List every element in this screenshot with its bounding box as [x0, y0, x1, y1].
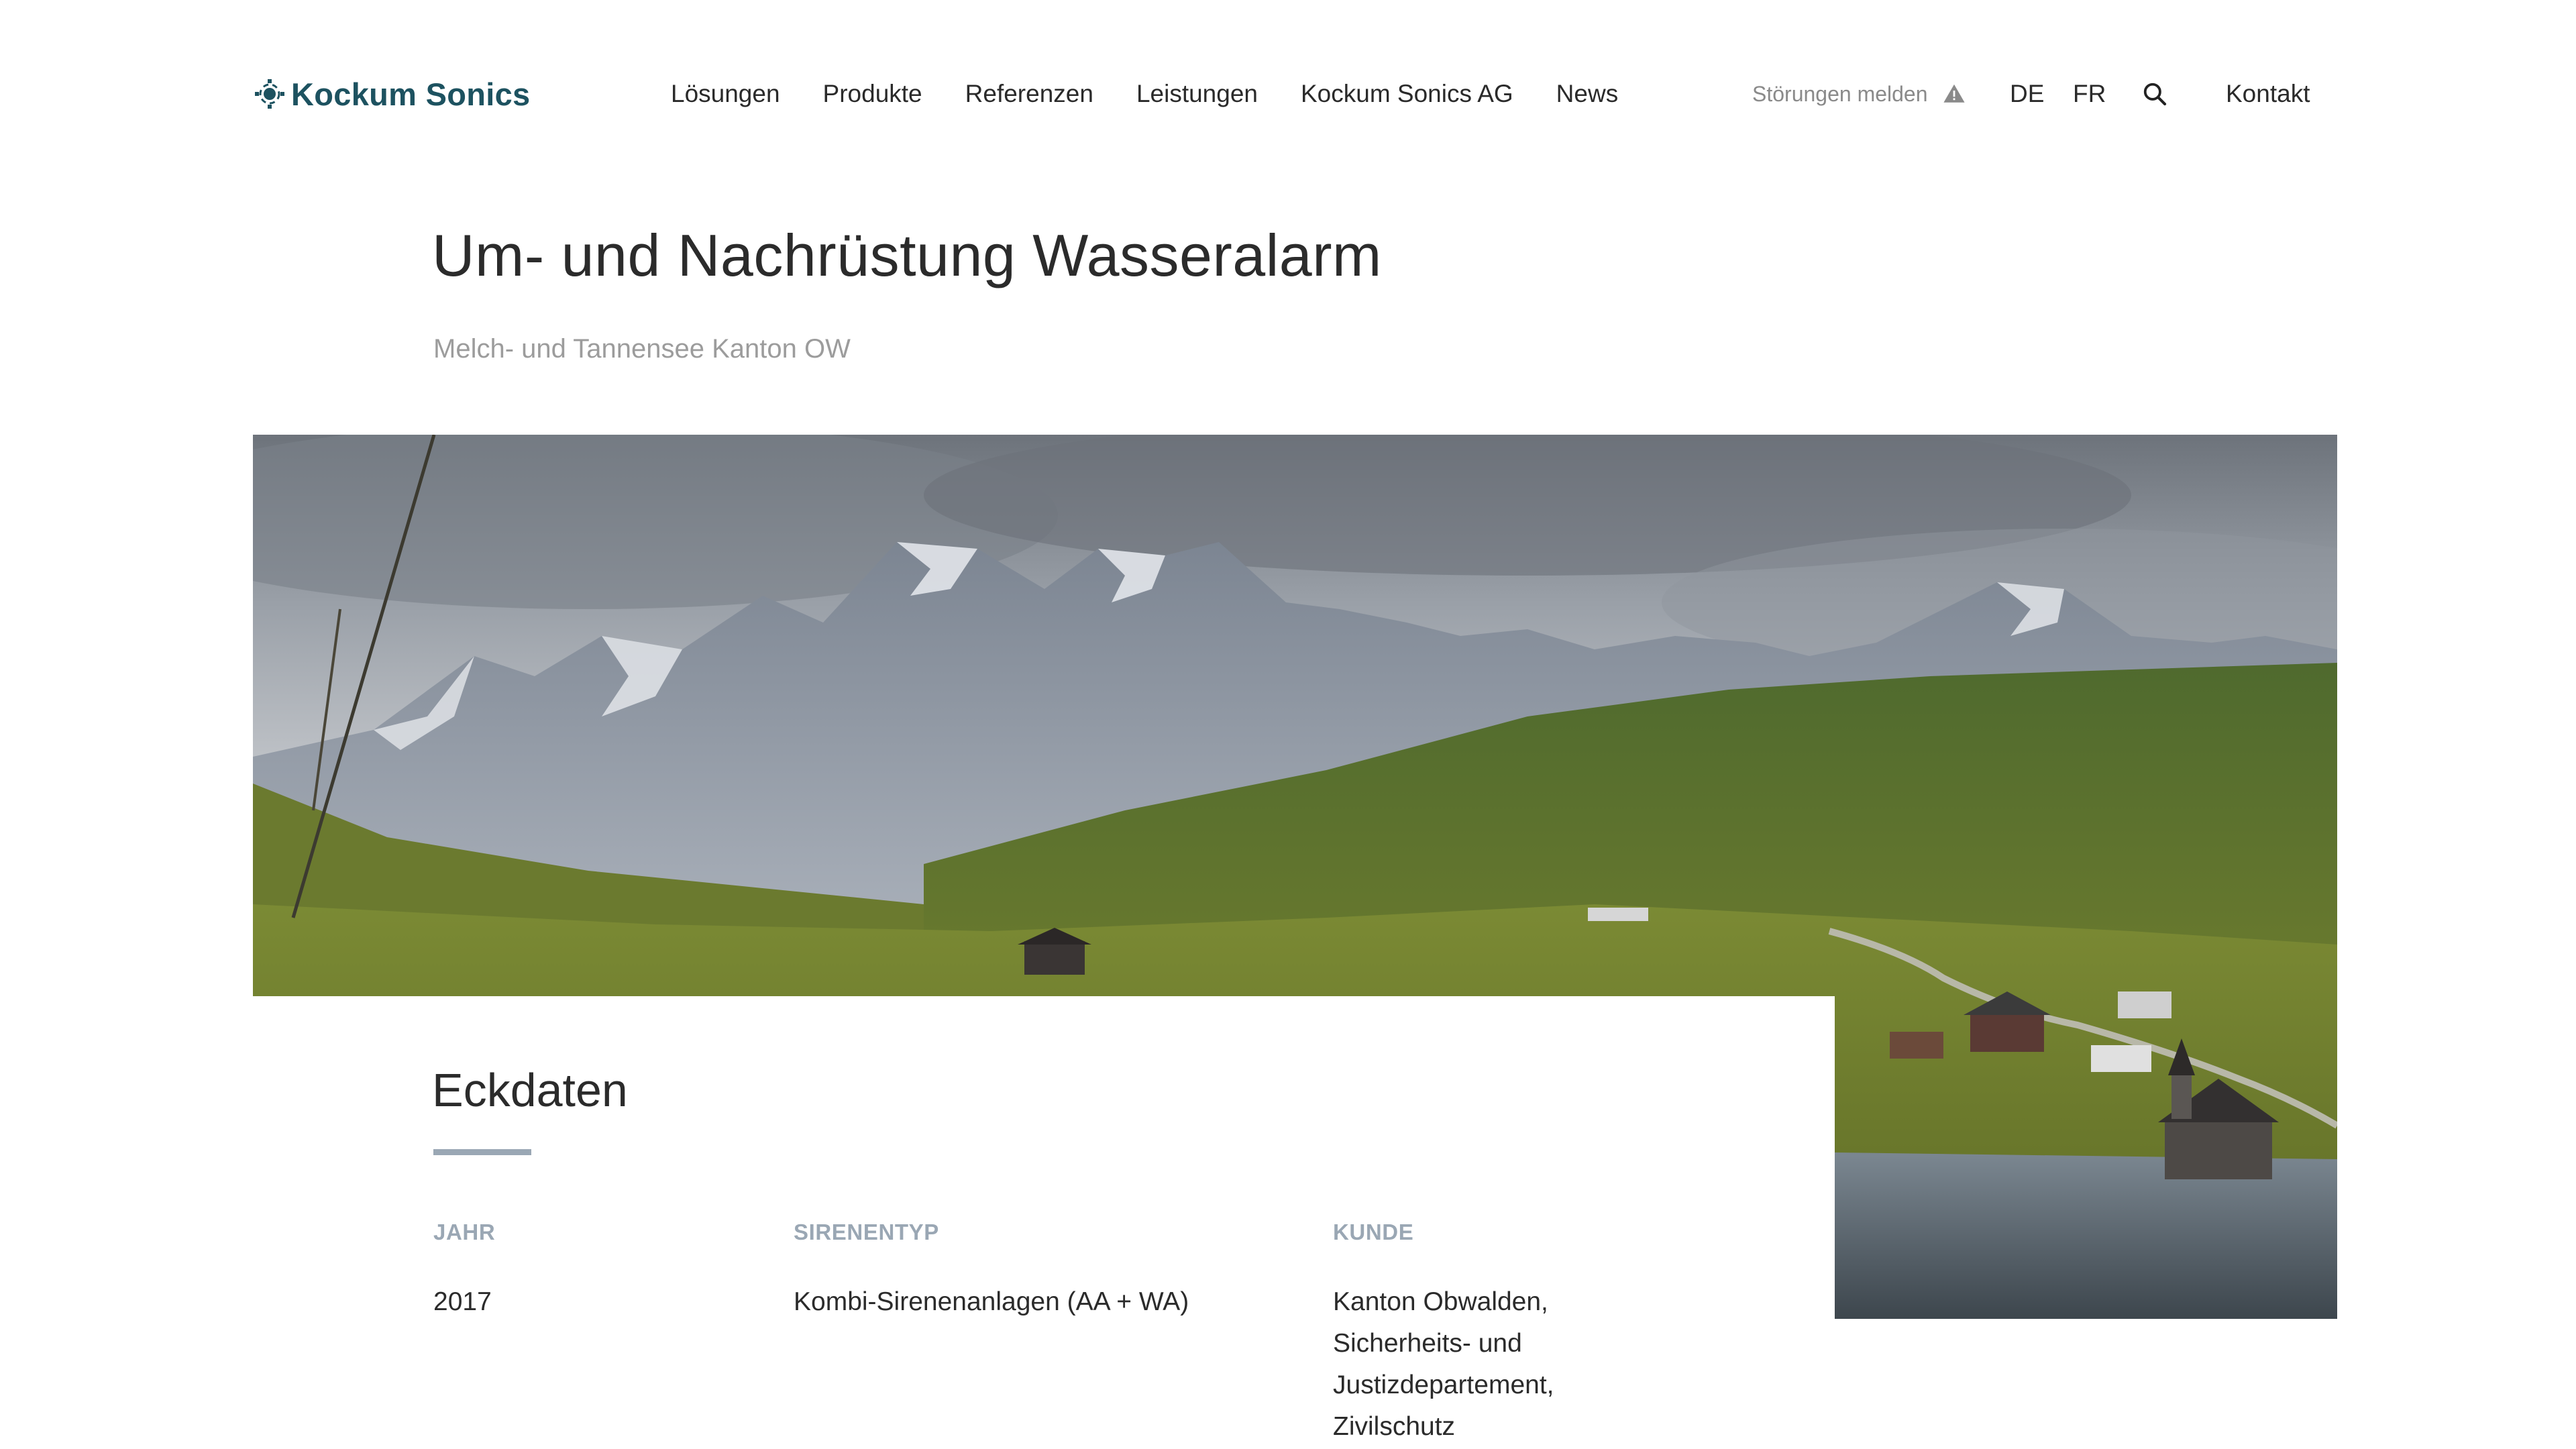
nav-item-loesungen[interactable]: Lösungen: [671, 80, 780, 108]
kockum-logo-icon: [255, 79, 284, 109]
brand-name: Kockum Sonics: [291, 76, 531, 112]
language-fr[interactable]: FR: [2073, 75, 2106, 113]
nav-item-kockum-sonics-ag[interactable]: Kockum Sonics AG: [1301, 80, 1513, 108]
sirenentyp-value-line: Kombi-Sirenenanlagen (AA + WA): [794, 1287, 1189, 1316]
nav-item-leistungen[interactable]: Leistungen: [1136, 80, 1258, 108]
warning-icon: [1943, 84, 1965, 103]
eckdaten-section: Eckdaten JAHR 2017 SIRENENTYP Kombi-Sire…: [253, 996, 1835, 1449]
eckdaten-column-kunde: KUNDE Kanton Obwalden, Sicherheits- und …: [1333, 1220, 1554, 1448]
sirenentyp-label: SIRENENTYP: [794, 1220, 939, 1244]
main-navigation: Lösungen Produkte Referenzen Leistungen …: [671, 75, 1618, 113]
report-fault-link[interactable]: Störungen melden: [1752, 79, 1966, 109]
nav-item-news[interactable]: News: [1556, 80, 1619, 108]
search-icon: [2143, 83, 2167, 106]
nav-item-produkte[interactable]: Produkte: [823, 80, 922, 108]
eckdaten-title-underline: [433, 1149, 531, 1155]
kunde-label: KUNDE: [1333, 1220, 1414, 1244]
language-de[interactable]: DE: [2010, 75, 2044, 113]
search-button[interactable]: [2137, 76, 2172, 111]
eckdaten-column-jahr: JAHR 2017: [433, 1220, 495, 1323]
eckdaten-title: Eckdaten: [432, 1064, 628, 1116]
sirenentyp-value: Kombi-Sirenenanlagen (AA + WA): [794, 1281, 1189, 1323]
contact-link[interactable]: Kontakt: [2226, 75, 2310, 113]
jahr-label: JAHR: [433, 1220, 496, 1244]
kunde-value: Kanton Obwalden, Sicherheits- und Justiz…: [1333, 1281, 1554, 1448]
kunde-value-line: Sicherheits- und: [1333, 1329, 1522, 1358]
kunde-value-line: Kanton Obwalden,: [1333, 1287, 1548, 1316]
report-fault-label: Störungen melden: [1752, 81, 1928, 106]
kunde-value-line: Zivilschutz: [1333, 1412, 1456, 1441]
page-subtitle: Melch- und Tannensee Kanton OW: [433, 334, 851, 364]
brand-logo-link[interactable]: Kockum Sonics: [252, 74, 531, 114]
jahr-value: 2017: [433, 1281, 495, 1323]
site-header: Kockum Sonics Lösungen Produkte Referenz…: [0, 0, 2576, 188]
nav-item-referenzen[interactable]: Referenzen: [965, 80, 1093, 108]
kunde-value-line: Justizdepartement,: [1333, 1371, 1554, 1399]
eckdaten-column-sirenentyp: SIRENENTYP Kombi-Sirenenanlagen (AA + WA…: [794, 1220, 1189, 1323]
jahr-value-line: 2017: [433, 1287, 492, 1316]
page-title: Um- und Nachrüstung Wasseralarm: [432, 222, 1382, 288]
